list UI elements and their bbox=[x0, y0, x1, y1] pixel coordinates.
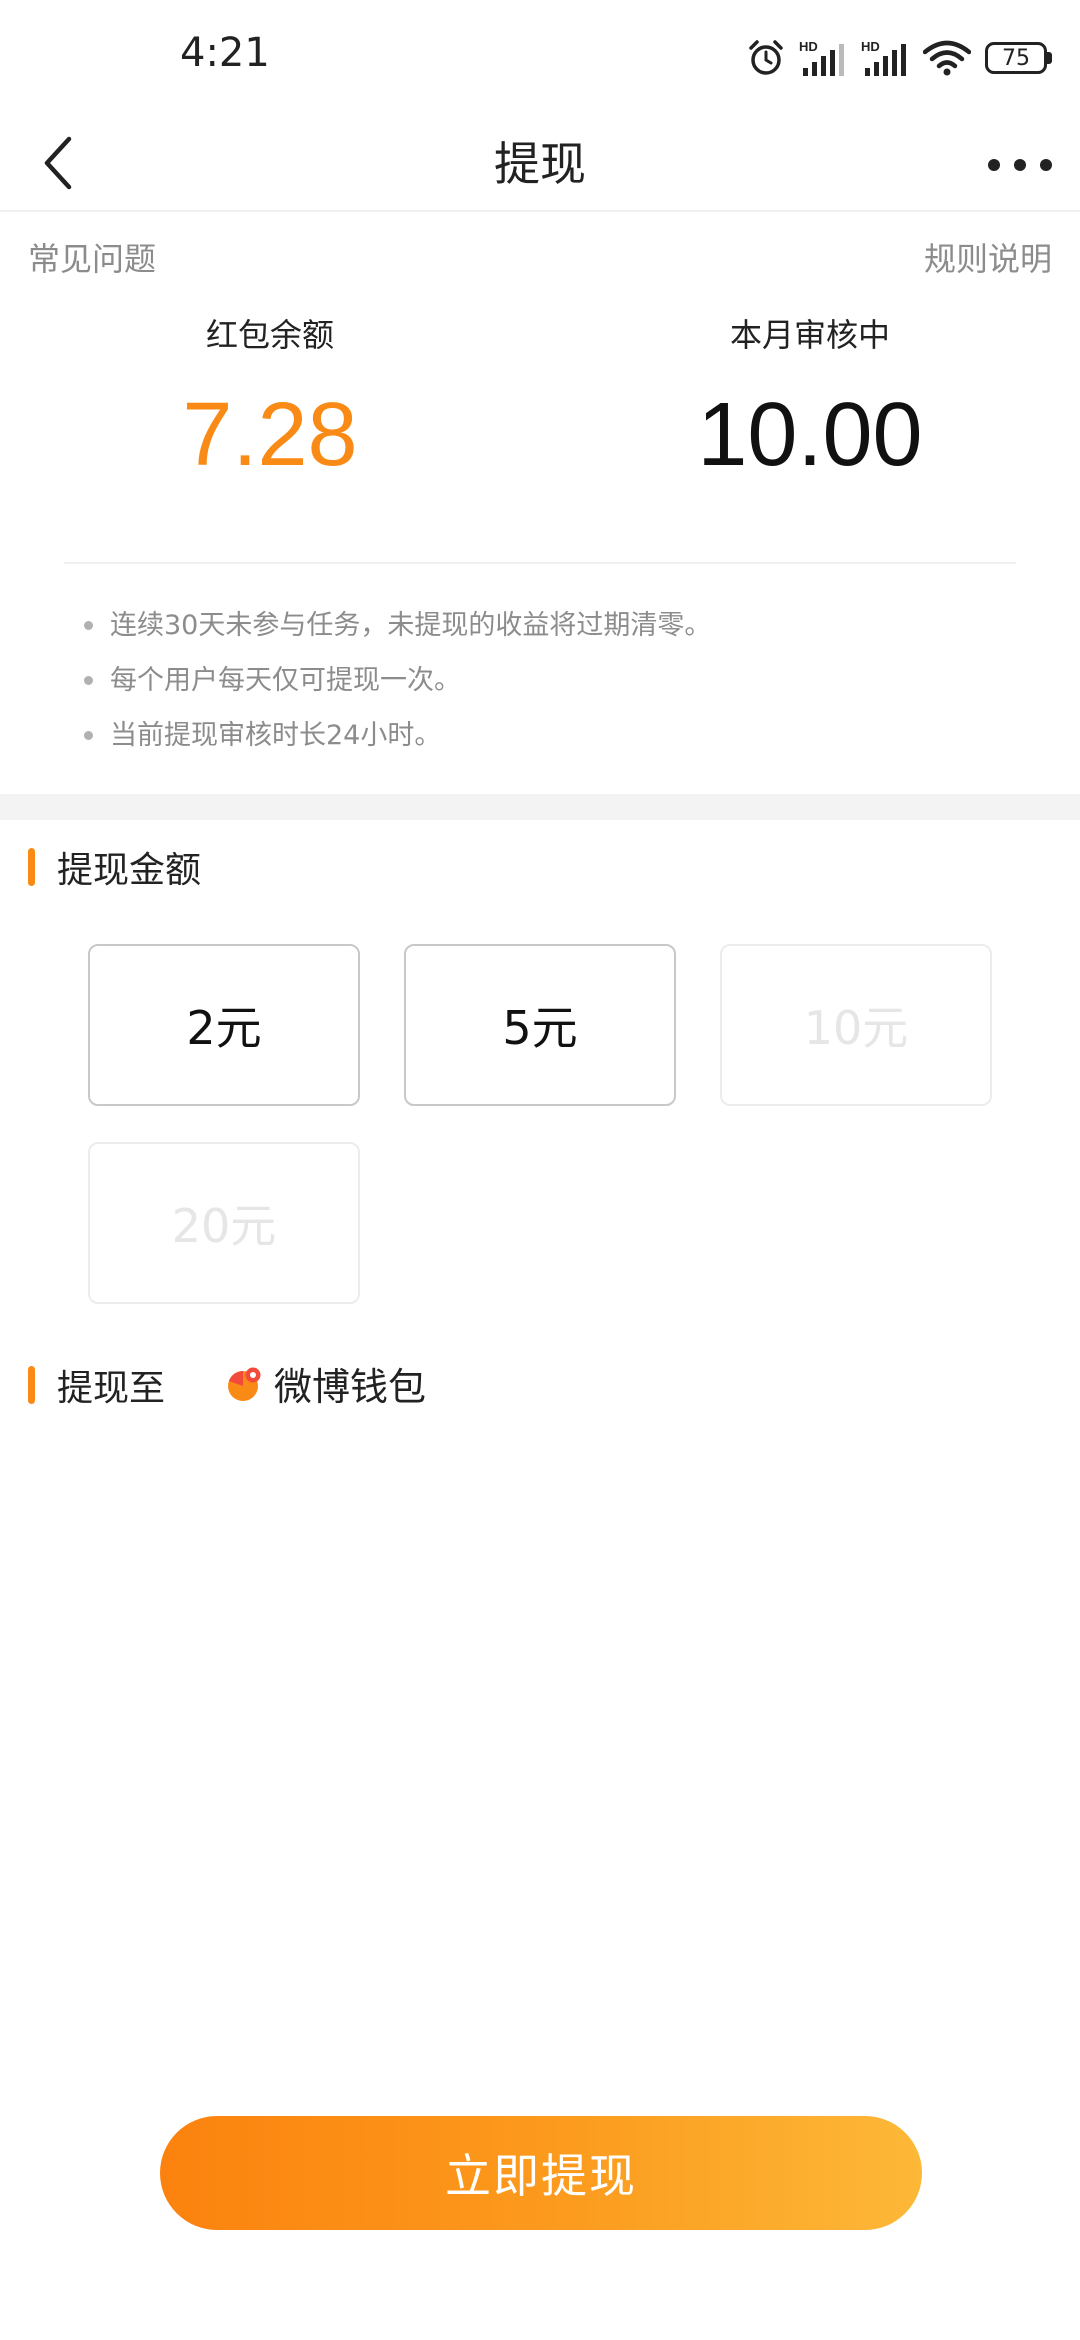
battery-tip bbox=[1047, 52, 1052, 64]
weibo-wallet-icon bbox=[228, 1367, 261, 1401]
reviewing-label: 本月审核中 bbox=[729, 316, 890, 354]
section-accent-bar bbox=[28, 848, 35, 886]
withdraw-now-button[interactable]: 立即提现 bbox=[160, 2116, 922, 2230]
amount-section-header: 提现金额 bbox=[28, 842, 201, 892]
status-time: 4:21 bbox=[180, 30, 270, 76]
status-icons: HD HD 75 bbox=[747, 34, 1052, 82]
rules-link[interactable]: 规则说明 bbox=[924, 234, 1052, 280]
wallet-selector[interactable]: 微博钱包 bbox=[226, 1358, 427, 1409]
more-button[interactable] bbox=[988, 140, 1052, 190]
signal-hd-icon: HD bbox=[799, 39, 844, 76]
red-packet-value: 7.28 bbox=[182, 385, 358, 485]
signal-hd-label: HD bbox=[799, 39, 818, 54]
destination-section-title: 提现至 bbox=[57, 1368, 166, 1409]
note-item: 当前提现审核时长24小时。 bbox=[84, 708, 711, 763]
note-item: 连续30天未参与任务，未提现的收益将过期清零。 bbox=[84, 598, 711, 653]
red-packet-balance: 红包余额 7.28 bbox=[70, 312, 470, 490]
more-dots-icon bbox=[1014, 159, 1026, 171]
section-accent-bar bbox=[28, 1366, 35, 1404]
more-dots-icon bbox=[1040, 159, 1052, 171]
destination-section-header: 提现至 bbox=[28, 1360, 165, 1410]
withdraw-page: 4:21 HD HD 75 提现 常见问题 规则说明 红包余额 7.28 本月审… bbox=[0, 0, 1080, 2340]
amount-section-title: 提现金额 bbox=[57, 850, 202, 891]
faq-link[interactable]: 常见问题 bbox=[28, 234, 156, 280]
amount-option-10: 10元 bbox=[720, 944, 992, 1106]
reviewing-balance: 本月审核中 10.00 bbox=[610, 312, 1010, 490]
page-title: 提现 bbox=[494, 137, 586, 191]
amount-option-2[interactable]: 2元 bbox=[88, 944, 360, 1106]
nav-bar: 提现 bbox=[0, 118, 1080, 212]
note-item: 每个用户每天仅可提现一次。 bbox=[84, 653, 711, 708]
status-bar: 4:21 HD HD 75 bbox=[0, 0, 1080, 118]
amount-option-5[interactable]: 5元 bbox=[404, 944, 676, 1106]
battery-level: 75 bbox=[985, 42, 1047, 74]
notes-list: 连续30天未参与任务，未提现的收益将过期清零。 每个用户每天仅可提现一次。 当前… bbox=[84, 598, 711, 763]
divider bbox=[64, 562, 1016, 564]
amount-option-20: 20元 bbox=[88, 1142, 360, 1304]
wallet-name: 微博钱包 bbox=[274, 1364, 427, 1409]
reviewing-value: 10.00 bbox=[697, 385, 923, 485]
more-dots-icon bbox=[988, 159, 1000, 171]
signal-hd-label: HD bbox=[861, 39, 880, 54]
alarm-icon bbox=[749, 40, 783, 75]
battery-icon: 75 bbox=[985, 42, 1052, 74]
signal-hd-icon: HD bbox=[861, 39, 906, 76]
section-separator bbox=[0, 794, 1080, 820]
wifi-icon bbox=[923, 40, 971, 76]
red-packet-label: 红包余额 bbox=[205, 316, 334, 354]
